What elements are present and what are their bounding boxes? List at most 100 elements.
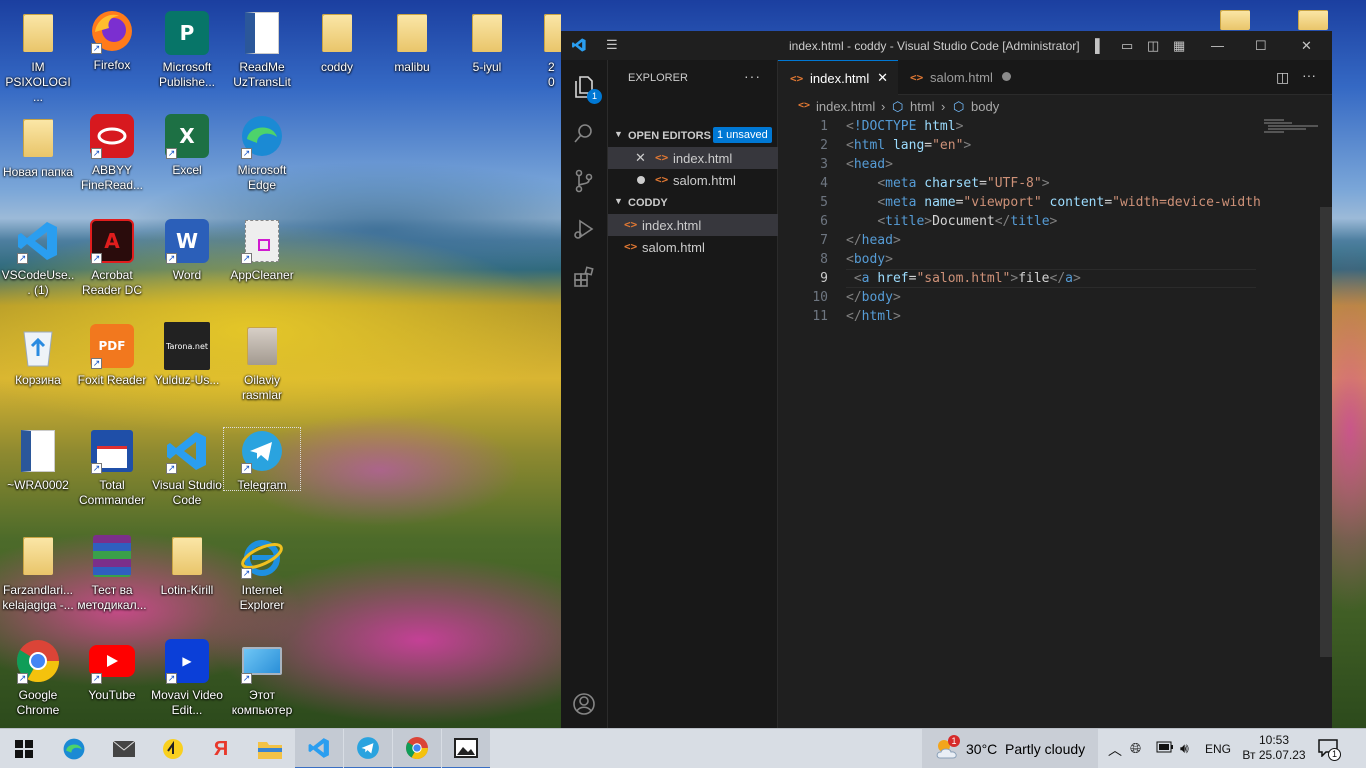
line-number[interactable]: 4 <box>788 174 828 193</box>
line-number[interactable]: 11 <box>788 307 828 326</box>
split-editor-icon[interactable]: ◫ <box>1276 69 1289 86</box>
desktop-icon-excel[interactable]: X ↗ Excel <box>149 113 225 178</box>
breadcrumb-item[interactable]: html <box>910 99 935 114</box>
toggle-secondary-sidebar-icon[interactable]: ◫ <box>1147 39 1159 52</box>
more-actions-icon[interactable]: ··· <box>1302 67 1316 83</box>
desktop-icon-youtube[interactable]: ↗ YouTube <box>74 638 150 703</box>
customize-layout-icon[interactable]: ▦ <box>1173 39 1185 52</box>
desktop-icon-google-chrome[interactable]: ↗ Google Chrome <box>0 638 76 718</box>
open-editors-section[interactable]: ▼ OPEN EDITORS 1 unsaved <box>608 125 778 147</box>
input-language[interactable]: ENG <box>1205 742 1231 756</box>
tab-index-html[interactable]: <> index.html ✕ <box>778 60 898 95</box>
desktop-icon-coddy[interactable]: coddy <box>299 10 375 75</box>
close-window-icon[interactable]: ✕ <box>1301 39 1312 52</box>
taskbar-telegram[interactable] <box>344 729 392 768</box>
code-line[interactable]: <a href="salom.html">file</a> <box>846 269 1081 288</box>
desktop-icon-firefox[interactable]: ↗ Firefox <box>74 8 150 73</box>
taskbar-chrome[interactable] <box>393 729 441 768</box>
start-button[interactable] <box>0 729 48 768</box>
desktop-icon-readme[interactable]: ReadMe UzTransLit <box>224 10 300 90</box>
desktop-icon-foxit[interactable]: PDF ↗ Foxit Reader <box>74 323 150 388</box>
desktop-icon-movavi[interactable]: ▶ ↗ Movavi Video Edit... <box>149 638 225 718</box>
battery-icon[interactable] <box>1156 740 1174 756</box>
desktop-icon-appcleaner[interactable]: ↗ AppCleaner <box>224 218 300 283</box>
globe-network-icon[interactable]: 🌐︎ <box>1130 740 1141 757</box>
desktop-icon-visual-studio-code[interactable]: ↗ Visual Studio Code <box>149 428 225 508</box>
minimize-icon[interactable]: — <box>1211 39 1224 52</box>
line-number[interactable]: 1 <box>788 117 828 136</box>
breadcrumb-item[interactable]: index.html <box>816 99 875 114</box>
desktop-icon-oilaviy[interactable]: Oilaviy rasmlar <box>224 323 300 403</box>
tab-salom-html[interactable]: <> salom.html <box>898 60 1023 95</box>
breadcrumb-item[interactable]: body <box>971 99 999 114</box>
desktop-icon-this-pc[interactable]: ↗ Этот компьютер <box>224 638 300 718</box>
menu-hamburger-icon[interactable]: ☰ <box>606 38 618 51</box>
taskbar-edge[interactable] <box>50 729 98 768</box>
maximize-icon[interactable]: ☐ <box>1255 39 1267 52</box>
notification-center-icon[interactable]: 1 <box>1318 739 1341 762</box>
folder-section-coddy[interactable]: ▼ CODDY <box>608 192 778 214</box>
line-number[interactable]: 3 <box>788 155 828 174</box>
code-line[interactable]: </body> <box>846 288 901 307</box>
title-bar[interactable]: ☰ index.html - coddy - Visual Studio Cod… <box>561 31 1332 60</box>
desktop-icon-acrobat[interactable]: A ↗ Acrobat Reader DC <box>74 218 150 298</box>
code-line[interactable]: <meta name="viewport" content="width=dev… <box>846 193 1261 212</box>
desktop-icon-20[interactable]: 20 <box>524 10 561 90</box>
run-debug-icon[interactable] <box>569 214 599 244</box>
desktop-icon-lotin-kirill[interactable]: Lotin-Kirill <box>149 533 225 598</box>
line-number[interactable]: 2 <box>788 136 828 155</box>
code-line[interactable]: <title>Document</title> <box>846 212 1057 231</box>
vertical-scrollbar[interactable] <box>1320 207 1332 657</box>
accounts-icon[interactable] <box>569 689 599 719</box>
desktop-icon-telegram[interactable]: ↗ Telegram <box>223 427 301 492</box>
clock[interactable]: 10:53 Вт 25.07.23 <box>1238 733 1310 763</box>
desktop-icon-farzandlari[interactable]: Farzandlari... kelajagiga -... <box>0 533 76 613</box>
volume-icon[interactable]: 🔊︎ <box>1180 740 1189 757</box>
line-number[interactable]: 7 <box>788 231 828 250</box>
line-number[interactable]: 6 <box>788 212 828 231</box>
desktop-icon-total-commander[interactable]: ↗ Total Commander <box>74 428 150 508</box>
open-editor-item[interactable]: <> salom.html <box>608 169 778 191</box>
unsaved-dot-icon[interactable] <box>637 176 645 184</box>
desktop-icon-abbyy[interactable]: ↗ ABBYY FineRead... <box>74 113 150 193</box>
desktop-icon-edge[interactable]: ↗ Microsoft Edge <box>224 113 300 193</box>
extensions-icon[interactable] <box>569 262 599 292</box>
desktop-icon-wra0002[interactable]: ~WRA0002 <box>0 428 76 493</box>
file-tree-item[interactable]: <> index.html <box>608 214 778 236</box>
close-editor-icon[interactable]: ✕ <box>635 150 646 166</box>
search-icon[interactable] <box>569 118 599 148</box>
open-editor-item[interactable]: ✕ <> index.html <box>608 147 778 169</box>
desktop-icon-right-folder-2[interactable] <box>1298 10 1328 30</box>
code-line[interactable]: <html lang="en"> <box>846 136 971 155</box>
desktop-icon-vscode-user[interactable]: ↗ VSCodeUse... (1) <box>0 218 76 298</box>
code-line[interactable]: </html> <box>846 307 901 326</box>
desktop-icon-malibu[interactable]: malibu <box>374 10 450 75</box>
taskbar-photos[interactable] <box>442 729 490 768</box>
line-number[interactable]: 8 <box>788 250 828 269</box>
close-tab-icon[interactable]: ✕ <box>877 70 888 86</box>
toggle-panel-icon[interactable]: ▭ <box>1121 39 1133 52</box>
taskbar-yandex-music[interactable] <box>149 729 197 768</box>
code-line[interactable]: <!DOCTYPE html> <box>846 117 963 136</box>
line-number[interactable]: 5 <box>788 193 828 212</box>
source-control-icon[interactable] <box>569 166 599 196</box>
code-line[interactable]: </head> <box>846 231 901 250</box>
code-line[interactable]: <head> <box>846 155 893 174</box>
code-line[interactable]: <body> <box>846 250 893 269</box>
taskbar-mail[interactable] <box>100 729 148 768</box>
desktop-icon-test[interactable]: Тест ва методикал... <box>74 533 150 613</box>
taskbar-yandex-browser[interactable]: Я <box>197 729 245 768</box>
desktop-icon-word[interactable]: W ↗ Word <box>149 218 225 283</box>
toggle-primary-sidebar-icon[interactable]: ▌ <box>1095 39 1104 52</box>
desktop-icon-novaya-papka[interactable]: Новая папка <box>0 115 76 180</box>
desktop-icon-internet-explorer[interactable]: ↗ Internet Explorer <box>224 533 300 613</box>
show-hidden-icons-chevron-up-icon[interactable]: ︿ <box>1108 740 1122 760</box>
weather-widget[interactable]: 1 30°C Partly cloudy <box>922 729 1098 768</box>
desktop-icon-publisher[interactable]: P Microsoft Publishe... <box>149 10 225 90</box>
unsaved-dot-icon[interactable] <box>1002 72 1011 81</box>
taskbar-vscode[interactable] <box>295 729 343 768</box>
desktop-icon-korzina[interactable]: Корзина <box>0 323 76 388</box>
more-actions-icon[interactable]: ··· <box>744 68 761 84</box>
explorer-icon[interactable]: 1 <box>569 72 602 104</box>
desktop-icon-im-psixologi[interactable]: IM PSIXOLOGI ... <box>0 10 76 105</box>
